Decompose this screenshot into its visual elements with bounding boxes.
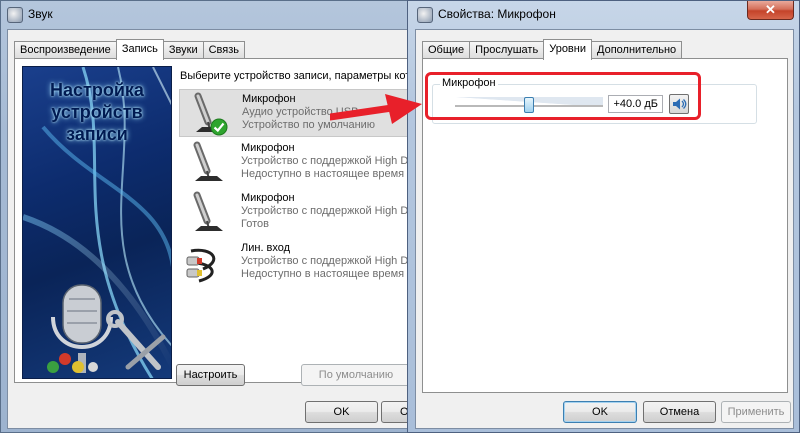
red-arrow-icon: [330, 94, 422, 124]
properties-window: Свойства: Микрофон ✕ Общие Прослушать Ур…: [407, 0, 800, 433]
close-button[interactable]: ✕: [747, 1, 794, 20]
device-description: Устройство с поддержкой High Defi: [241, 205, 408, 217]
sound-window-titlebar[interactable]: Звук: [1, 1, 419, 29]
tab-advanced[interactable]: Дополнительно: [591, 41, 683, 59]
tab-recording[interactable]: Запись: [115, 39, 164, 60]
tab-general[interactable]: Общие: [422, 41, 471, 59]
device-status: Недоступно в настоящее время: [241, 268, 405, 280]
level-highlight-frame: [425, 72, 701, 120]
microphone-icon: [193, 141, 223, 181]
configure-button[interactable]: Настроить: [176, 364, 245, 386]
sound-window-title: Звук: [28, 7, 53, 21]
sound-window: Звук Воспроизведение Запись Звуки Связь: [0, 0, 423, 433]
apply-button[interactable]: Применить: [721, 401, 791, 423]
tab-levels[interactable]: Уровни: [543, 39, 592, 60]
device-status: Готов: [241, 218, 269, 230]
default-check-icon: [210, 118, 228, 136]
properties-window-title: Свойства: Микрофон: [438, 7, 556, 21]
sound-window-client: Воспроизведение Запись Звуки Связь Настр…: [7, 29, 423, 429]
properties-cancel-button[interactable]: Отмена: [643, 401, 716, 423]
instruction-text: Выберите устройство записи, параметры ко…: [180, 70, 423, 82]
list-item-device-1[interactable]: Микрофон Устройство с поддержкой High De…: [179, 139, 408, 187]
device-name: Микрофон: [241, 142, 295, 154]
tab-listen[interactable]: Прослушать: [469, 41, 545, 59]
tab-communications[interactable]: Связь: [202, 41, 246, 59]
device-description: Устройство с поддержкой High Defi: [241, 255, 408, 267]
properties-window-titlebar[interactable]: Свойства: Микрофон ✕: [408, 1, 799, 29]
line-in-cable-icon: [186, 248, 216, 283]
tab-playback[interactable]: Воспроизведение: [14, 41, 117, 59]
sound-ok-button[interactable]: OK: [305, 401, 378, 423]
device-status: Недоступно в настоящее время: [241, 168, 405, 180]
device-name: Микрофон: [241, 192, 295, 204]
tab-sounds[interactable]: Звуки: [162, 41, 204, 59]
properties-tabs: Общие Прослушать Уровни Дополнительно: [422, 39, 683, 60]
list-item-device-2[interactable]: Микрофон Устройство с поддержкой High De…: [179, 189, 408, 237]
device-name: Лин. вход: [241, 242, 291, 254]
recording-devices-artwork: Настройка устройств записи: [22, 66, 172, 379]
speaker-app-icon: [417, 7, 433, 23]
list-item-device-3[interactable]: Лин. вход Устройство с поддержкой High D…: [179, 239, 408, 287]
set-default-button[interactable]: По умолчанию: [301, 364, 411, 386]
device-name: Микрофон: [242, 93, 296, 105]
microphone-icon: [193, 191, 223, 231]
sound-tabs: Воспроизведение Запись Звуки Связь: [14, 39, 246, 60]
properties-ok-button[interactable]: OK: [563, 401, 637, 423]
device-description: Устройство с поддержкой High Defi: [241, 155, 408, 167]
artwork-title: Настройка устройств записи: [50, 80, 144, 144]
speaker-app-icon: [7, 7, 23, 23]
